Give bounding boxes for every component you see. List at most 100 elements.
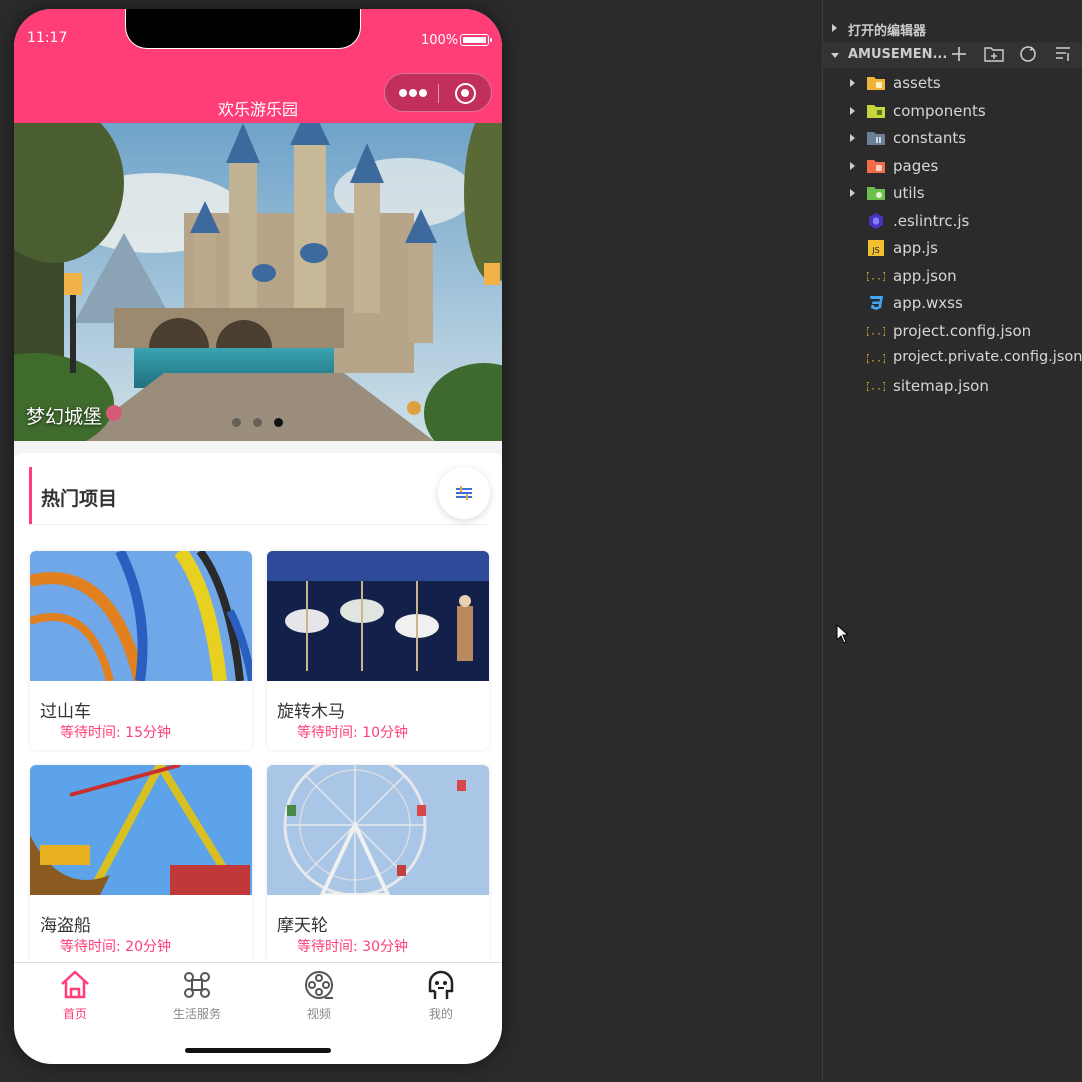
explorer-actions — [950, 45, 1080, 65]
tab-label: 我的 — [428, 1007, 453, 1021]
tab-label: 生活服务 — [172, 1007, 221, 1021]
folder-label: assets — [893, 74, 941, 92]
mouse-cursor-icon — [836, 624, 850, 644]
folder-assets[interactable]: assets — [823, 70, 1082, 96]
tab-label: 视频 — [306, 1007, 331, 1021]
castle-banner-image — [14, 123, 502, 441]
swiper-dot-active[interactable] — [274, 418, 283, 427]
file-project-config[interactable]: {..} project.config.json — [823, 318, 1082, 344]
chevron-right-icon — [832, 24, 837, 32]
chevron-right-icon — [850, 107, 855, 115]
file-explorer: 打开的编辑器 AMUSEMEN... assets components con… — [823, 0, 1082, 1082]
film-reel-icon — [305, 971, 333, 999]
filter-button[interactable] — [438, 467, 490, 519]
ride-wait-time: 等待时间: 30分钟 — [297, 939, 408, 955]
json-file-icon: {..} — [867, 272, 885, 283]
ride-wait-time: 等待时间: 15分钟 — [60, 725, 171, 741]
file-label: sitemap.json — [893, 377, 989, 395]
folder-pages[interactable]: pages — [823, 153, 1082, 179]
ride-wait-time: 等待时间: 10分钟 — [297, 725, 408, 741]
file-eslintrc[interactable]: .eslintrc.js — [823, 208, 1082, 234]
project-label: AMUSEMEN... — [848, 47, 948, 62]
file-project-private-config[interactable]: {..} project.private.config.json — [823, 345, 1082, 371]
status-bar: 11:17 100% — [14, 9, 502, 69]
chevron-down-icon — [831, 53, 839, 58]
file-app-json[interactable]: {..} app.json — [823, 263, 1082, 289]
file-label: project.private.config.json — [893, 349, 1082, 365]
ride-card[interactable]: 摩天轮 等待时间: 30分钟 — [267, 765, 489, 964]
file-app-wxss[interactable]: app.wxss — [823, 290, 1082, 316]
new-file-icon[interactable] — [950, 45, 968, 67]
tab-life-services[interactable]: 生活服务 — [136, 963, 258, 1027]
svg-text:JS: JS — [871, 246, 879, 255]
tab-mine[interactable]: 我的 — [380, 963, 502, 1027]
ride-wait-time: 等待时间: 20分钟 — [60, 939, 171, 955]
section-title: 热门项目 — [41, 488, 118, 510]
mini-program-capsule — [384, 73, 492, 112]
banner-swiper[interactable]: 梦幻城堡 — [14, 123, 502, 441]
folder-icon — [867, 132, 885, 145]
collapse-all-icon[interactable] — [1054, 45, 1072, 67]
json-file-icon: {..} — [867, 354, 885, 365]
folder-label: utils — [893, 184, 925, 202]
swiper-dots — [232, 418, 284, 428]
nav-bar: 欢乐游乐园 — [14, 69, 502, 123]
css-file-icon — [870, 296, 883, 310]
json-file-icon: {..} — [867, 327, 885, 338]
ride-name: 摩天轮 — [277, 916, 328, 936]
js-file-icon: JS — [868, 240, 884, 256]
notch — [125, 9, 361, 49]
carousel-image — [267, 551, 489, 681]
ride-card[interactable]: 过山车 等待时间: 15分钟 — [30, 551, 252, 750]
tab-video[interactable]: 视频 — [258, 963, 380, 1027]
target-circle-icon[interactable] — [455, 83, 476, 104]
tab-bar: 首页 生活服务 视频 我的 — [14, 962, 502, 1064]
roller-coaster-image — [30, 551, 252, 681]
filter-icon — [456, 486, 472, 500]
folder-icon — [867, 77, 885, 90]
swiper-dot[interactable] — [253, 418, 262, 427]
refresh-icon[interactable] — [1019, 45, 1037, 67]
folder-icon — [867, 187, 885, 200]
tab-label: 首页 — [62, 1007, 87, 1021]
capsule-divider — [438, 84, 439, 103]
ride-name: 旋转木马 — [277, 702, 345, 722]
battery-percent: 100% — [421, 33, 459, 48]
home-indicator — [185, 1048, 331, 1053]
folder-icon — [867, 105, 885, 118]
file-app-js[interactable]: JS app.js — [823, 235, 1082, 261]
file-sitemap[interactable]: {..} sitemap.json — [823, 373, 1082, 399]
json-file-icon: {..} — [867, 382, 885, 393]
banner-caption: 梦幻城堡 — [26, 406, 103, 428]
swiper-dot[interactable] — [232, 418, 241, 427]
new-folder-icon[interactable] — [984, 45, 1004, 67]
chevron-right-icon — [850, 189, 855, 197]
ride-card[interactable]: 海盗船 等待时间: 20分钟 — [30, 765, 252, 964]
home-icon — [61, 970, 89, 999]
pirate-ship-image — [30, 765, 252, 895]
folder-components[interactable]: components — [823, 98, 1082, 124]
folder-constants[interactable]: constants — [823, 125, 1082, 151]
svg-text:{..}: {..} — [867, 382, 885, 393]
folder-utils[interactable]: utils — [823, 180, 1082, 206]
ride-name: 过山车 — [40, 702, 91, 722]
chevron-right-icon — [850, 162, 855, 170]
chevron-right-icon — [850, 79, 855, 87]
ride-card[interactable]: 旋转木马 等待时间: 10分钟 — [267, 551, 489, 750]
svg-text:{..}: {..} — [867, 327, 885, 338]
svg-text:{..}: {..} — [867, 354, 885, 365]
tab-home[interactable]: 首页 — [14, 963, 136, 1027]
phone-simulator: 11:17 100% 欢乐游乐园 梦幻城堡 热门项目 过山车 等待时间: 15分… — [14, 9, 502, 1064]
chevron-right-icon — [850, 134, 855, 142]
file-label: .eslintrc.js — [893, 212, 970, 230]
project-header[interactable]: AMUSEMEN... — [823, 42, 1082, 68]
file-label: app.wxss — [893, 294, 963, 312]
eslint-icon — [869, 213, 883, 229]
file-label: app.json — [893, 267, 957, 285]
more-dots-icon[interactable] — [399, 87, 427, 99]
folder-label: pages — [893, 157, 939, 175]
open-editors-header[interactable]: 打开的编辑器 — [823, 15, 1082, 41]
hot-projects-section: 热门项目 过山车 等待时间: 15分钟 旋转木马 等待时间: 10分钟 海盗船 … — [14, 453, 502, 964]
folder-label: components — [893, 102, 986, 120]
section-accent-bar — [29, 467, 32, 524]
